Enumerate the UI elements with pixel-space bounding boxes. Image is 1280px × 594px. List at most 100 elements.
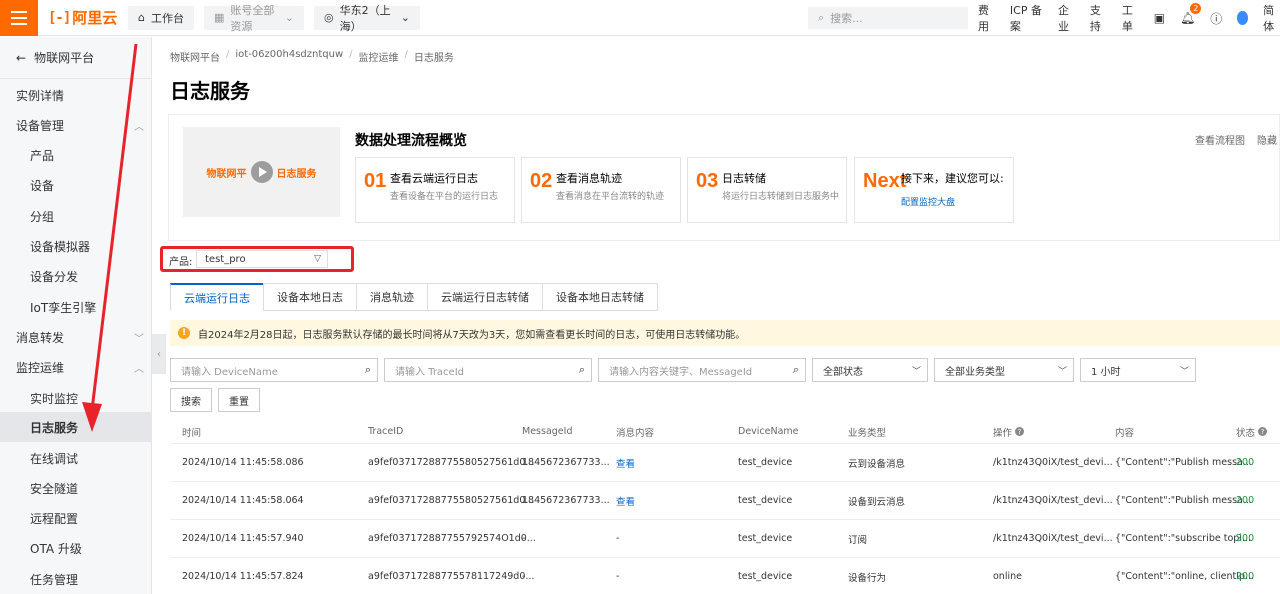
col-content: 内容 <box>1115 427 1135 439</box>
tab-device-local-log[interactable]: 设备本地日志 <box>263 283 356 311</box>
sidebar-item-group[interactable]: 分组 <box>0 201 152 231</box>
top-link-support[interactable]: 支持 <box>1090 2 1107 34</box>
sidebar-item-device[interactable]: 设备 <box>0 170 152 200</box>
search-button[interactable]: 搜索 <box>170 388 212 412</box>
sidebar-back-button[interactable]: ← 物联网平台 <box>0 37 151 79</box>
step-title: 查看消息轨迹 <box>556 172 622 185</box>
breadcrumb-separator: / <box>404 49 408 60</box>
product-select[interactable]: test_pro ▽ <box>196 250 328 268</box>
help-icon[interactable]: ? <box>1258 427 1268 436</box>
help-icon[interactable]: ⓘ <box>1210 10 1222 27</box>
cell-operation: /k1tnz43Q0iX/test_devi... <box>993 495 1113 506</box>
logo-text: 阿里云 <box>72 9 118 27</box>
breadcrumb: 物联网平台 / iot-06z00h4sdzntquw / 监控运维 / 日志服务 <box>170 49 454 64</box>
tab-cloud-log-dump[interactable]: 云端运行日志转储 <box>427 283 542 311</box>
aliyun-logo[interactable]: [-] 阿里云 <box>48 7 118 28</box>
device-name-input[interactable]: 请输入 DeviceName ⌕ <box>170 358 378 382</box>
step-card-log-dump[interactable]: 03 日志转储 将运行日志转储到日志服务中 <box>687 157 847 223</box>
step-desc: 查看设备在平台的运行日志 <box>390 192 499 202</box>
trace-id-input[interactable]: 请输入 TraceId ⌕ <box>384 358 592 382</box>
play-icon[interactable] <box>250 161 273 183</box>
search-icon[interactable]: ⌕ <box>793 363 799 377</box>
sidebar-item-log-service[interactable]: 日志服务 <box>0 412 152 442</box>
chevron-down-icon: ﹀ <box>1179 366 1189 377</box>
sidebar-item-label: 实时监控 <box>30 391 79 406</box>
reset-button[interactable]: 重置 <box>218 388 260 412</box>
breadcrumb-monitoring[interactable]: 监控运维 <box>359 49 399 64</box>
sidebar-item-online-debug[interactable]: 在线调试 <box>0 443 152 473</box>
workbench-button[interactable]: ⌂ 工作台 <box>128 5 194 30</box>
step-card-cloud-log[interactable]: 01 查看云端运行日志 查看设备在平台的运行日志 <box>355 157 515 223</box>
config-dashboard-link[interactable]: 配置监控大盘 <box>901 195 955 208</box>
step-number: 02 <box>530 170 553 192</box>
search-icon[interactable]: ⌕ <box>579 363 585 377</box>
sidebar-item-device-management[interactable]: 设备管理 ︿ <box>0 110 152 140</box>
language-switch[interactable]: 简体 <box>1263 2 1280 34</box>
time-range-select[interactable]: 1 小时 ﹀ <box>1080 358 1196 382</box>
bell-icon[interactable]: 🔔︎ 2 <box>1180 3 1202 25</box>
sidebar-item-realtime-monitor[interactable]: 实时监控 <box>0 383 152 413</box>
sidebar-item-device-distribution[interactable]: 设备分发 <box>0 261 152 291</box>
step-card-message-trace[interactable]: 02 查看消息轨迹 查看消息在平台流转的轨迹 <box>521 157 681 223</box>
top-link-ticket[interactable]: 工单 <box>1122 2 1139 34</box>
tab-message-trace[interactable]: 消息轨迹 <box>356 283 427 311</box>
tab-cloud-log[interactable]: 云端运行日志 <box>170 283 263 311</box>
device-name-placeholder: 请输入 DeviceName <box>181 366 278 378</box>
top-link-billing[interactable]: 费用 <box>978 2 995 34</box>
step-card-next: Next 接下来，建议您可以: 配置监控大盘 <box>854 157 1014 223</box>
status-select[interactable]: 全部状态 ﹀ <box>812 358 928 382</box>
breadcrumb-instance[interactable]: iot-06z00h4sdzntquw <box>235 49 343 64</box>
sidebar-item-label: 任务管理 <box>30 572 79 587</box>
cell-status: 200 <box>1236 457 1255 468</box>
menu-icon[interactable] <box>0 0 38 36</box>
tab-device-local-log-dump[interactable]: 设备本地日志转储 <box>542 283 658 311</box>
sidebar-item-label: OTA 升级 <box>30 541 82 556</box>
search-placeholder: 搜索... <box>830 12 863 25</box>
view-flowchart-link[interactable]: 查看流程图 <box>1195 132 1245 147</box>
cell-device-name: test_device <box>738 495 793 506</box>
hide-overview-link[interactable]: 隐藏 <box>1257 132 1277 147</box>
sidebar-collapse-handle[interactable]: ‹ <box>152 334 166 374</box>
top-link-icp[interactable]: ICP 备案 <box>1010 2 1043 34</box>
cell-message-content[interactable]: 查看 <box>616 482 635 519</box>
sidebar-item-task-management[interactable]: 任务管理 <box>0 564 152 594</box>
sidebar-item-monitoring[interactable]: 监控运维 ︿ <box>0 352 152 382</box>
content-keyword-input[interactable]: 请输入内容关键字、MessageId ⌕ <box>598 358 806 382</box>
avatar[interactable] <box>1237 11 1249 25</box>
region-select[interactable]: ◎ 华东2（上海） ⌄ <box>313 4 420 33</box>
cell-biz-type: 云到设备消息 <box>848 458 906 470</box>
terminal-icon[interactable]: ▣ <box>1154 11 1165 25</box>
help-icon[interactable]: ? <box>1015 427 1025 436</box>
cell-message-id: - <box>522 533 526 544</box>
cell-message-content[interactable]: 查看 <box>616 444 635 481</box>
top-link-enterprise[interactable]: 企业 <box>1058 2 1075 34</box>
col-operation: 操作? <box>993 420 1025 443</box>
sidebar-item-remote-config[interactable]: 远程配置 <box>0 503 152 533</box>
table-row: 2024/10/14 11:45:58.064 a9fef037172887755… <box>170 482 1280 520</box>
biz-type-value: 全部业务类型 <box>945 366 1005 378</box>
table-row: 2024/10/14 11:45:57.940 a9fef037172887755… <box>170 520 1280 558</box>
search-icon[interactable]: ⌕ <box>365 363 371 377</box>
sidebar-item-device-simulator[interactable]: 设备模拟器 <box>0 231 152 261</box>
cell-status: 200 <box>1236 533 1255 544</box>
sidebar-item-label: 设备 <box>30 178 55 193</box>
sidebar-item-secure-tunnel[interactable]: 安全隧道 <box>0 473 152 503</box>
account-resource-select[interactable]: ▦ 账号全部资源 ⌄ <box>203 4 304 33</box>
time-range-value: 1 小时 <box>1091 366 1121 378</box>
sidebar-item-product[interactable]: 产品 <box>0 140 152 170</box>
retention-notice: ! 自2024年2月28日起，日志服务默认存储的最长时间将从7天改为3天，您如需… <box>170 320 1280 346</box>
overview-title: 数据处理流程概览 <box>355 133 467 149</box>
sidebar-item-iot-twin[interactable]: IoT孪生引擎 <box>0 292 152 322</box>
overview-video-thumbnail[interactable]: 物联网平 日志服务 <box>183 127 340 217</box>
product-label: 产品: <box>169 257 193 268</box>
global-search-input[interactable]: ⌕ 搜索... <box>808 7 968 29</box>
notification-badge: 2 <box>1190 3 1202 14</box>
breadcrumb-iot-platform[interactable]: 物联网平台 <box>170 49 220 64</box>
biz-type-select[interactable]: 全部业务类型 ﹀ <box>934 358 1074 382</box>
sidebar-item-message-forwarding[interactable]: 消息转发 ﹀ <box>0 322 152 352</box>
sidebar-item-ota[interactable]: OTA 升级 <box>0 533 152 563</box>
overview-links: 查看流程图 隐藏 <box>1195 132 1277 147</box>
chevron-down-icon: ⌄ <box>400 11 410 24</box>
sidebar-item-instance-detail[interactable]: 实例详情 <box>0 80 152 110</box>
product-filter-highlight: 产品: test_pro ▽ <box>160 246 354 272</box>
